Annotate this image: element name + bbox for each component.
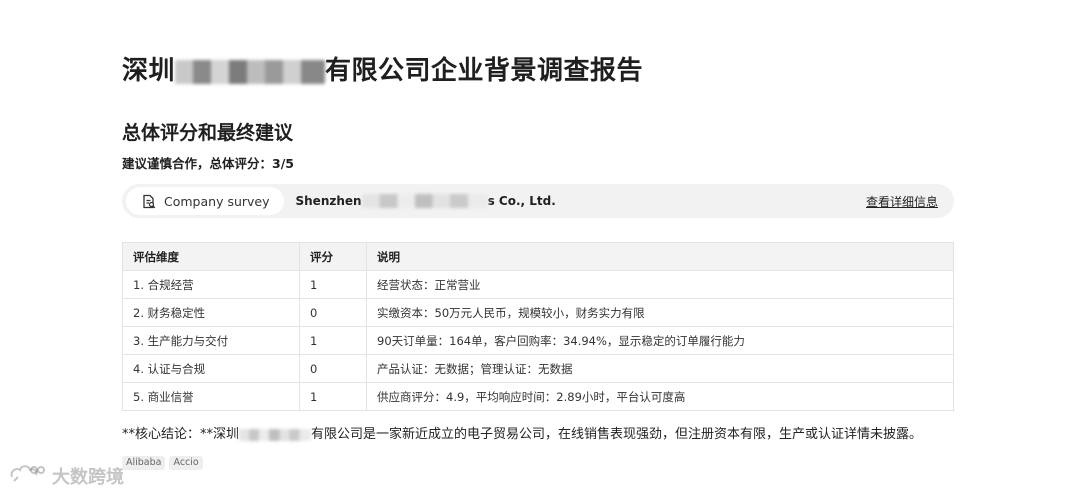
cell-score: 1 bbox=[299, 326, 367, 355]
table-row: 2. 财务稳定性 0 实缴资本：50万元人民币，规模较小，财务实力有限 bbox=[122, 298, 954, 327]
cell-dimension: 5. 商业信誉 bbox=[122, 382, 300, 411]
source-tag[interactable]: Alibaba bbox=[122, 456, 166, 470]
table-row: 3. 生产能力与交付 1 90天订单量：164单，客户回购率：34.94%，显示… bbox=[122, 326, 954, 355]
column-header-score: 评分 bbox=[299, 242, 367, 271]
redacted-company-name bbox=[175, 59, 326, 84]
cell-dimension: 2. 财务稳定性 bbox=[122, 298, 300, 327]
document-search-icon bbox=[142, 194, 156, 209]
report-page: 深圳 有限公司企业背景调查报告 总体评分和最终建议 建议谨慎合作，总体评分：3/5… bbox=[0, 0, 1080, 497]
watermark-text: 大数跨境 bbox=[52, 466, 124, 488]
cell-score: 0 bbox=[299, 298, 367, 327]
watermark: 大数跨境 bbox=[8, 461, 124, 490]
report-title: 深圳 有限公司企业背景调查报告 bbox=[122, 52, 643, 90]
core-conclusion: **核心结论：**深圳 有限公司是一家新近成立的电子贸易公司，在线销售表现强劲，… bbox=[122, 425, 922, 445]
cell-note: 产品认证：无数据；管理认证：无数据 bbox=[366, 354, 954, 383]
view-details-link[interactable]: 查看详细信息 bbox=[866, 193, 938, 210]
company-survey-chip[interactable]: Company survey bbox=[126, 187, 284, 215]
table-row: 5. 商业信誉 1 供应商评分：4.9，平均响应时间：2.89小时，平台认可度高 bbox=[122, 382, 954, 411]
source-tags: Alibaba Accio bbox=[122, 456, 203, 470]
cell-dimension: 3. 生产能力与交付 bbox=[122, 326, 300, 355]
chip-label: Company survey bbox=[164, 193, 270, 209]
cell-score: 1 bbox=[299, 270, 367, 299]
table-row: 4. 认证与合规 0 产品认证：无数据；管理认证：无数据 bbox=[122, 354, 954, 383]
cell-score: 0 bbox=[299, 354, 367, 383]
redacted-company-name-cn bbox=[239, 429, 312, 441]
report-title-prefix: 深圳 bbox=[122, 56, 176, 86]
overall-verdict: 建议谨慎合作，总体评分：3/5 bbox=[122, 156, 294, 171]
cell-score: 1 bbox=[299, 382, 367, 411]
section-heading: 总体评分和最终建议 bbox=[122, 122, 294, 144]
cloud-logo-icon bbox=[8, 461, 48, 490]
evaluation-table: 评估维度 评分 说明 1. 合规经营 1 经营状态：正常营业 2. 财务稳定性 … bbox=[122, 242, 954, 411]
report-title-suffix: 有限公司企业背景调查报告 bbox=[325, 56, 644, 86]
table-row: 1. 合规经营 1 经营状态：正常营业 bbox=[122, 270, 954, 299]
company-name-suffix: s Co., Ltd. bbox=[487, 194, 556, 208]
conclusion-suffix: 有限公司是一家新近成立的电子贸易公司，在线销售表现强劲，但注册资本有限，生产或认… bbox=[311, 427, 923, 442]
table-header-row: 评估维度 评分 说明 bbox=[122, 242, 954, 271]
column-header-dimension: 评估维度 bbox=[122, 242, 300, 271]
source-tag[interactable]: Accio bbox=[169, 456, 203, 470]
company-name-prefix: Shenzhen bbox=[295, 194, 362, 208]
company-bar: Company survey Shenzhen s Co., Ltd. 查看详细… bbox=[122, 184, 954, 218]
cell-note: 供应商评分：4.9，平均响应时间：2.89小时，平台认可度高 bbox=[366, 382, 954, 411]
company-name: Shenzhen s Co., Ltd. bbox=[296, 194, 556, 208]
cell-dimension: 4. 认证与合规 bbox=[122, 354, 300, 383]
redacted-company-name-en bbox=[361, 194, 488, 208]
column-header-note: 说明 bbox=[366, 242, 954, 271]
cell-dimension: 1. 合规经营 bbox=[122, 270, 300, 299]
cell-note: 实缴资本：50万元人民币，规模较小，财务实力有限 bbox=[366, 298, 954, 327]
conclusion-prefix: **核心结论：**深圳 bbox=[122, 427, 240, 442]
cell-note: 经营状态：正常营业 bbox=[366, 270, 954, 299]
cell-note: 90天订单量：164单，客户回购率：34.94%，显示稳定的订单履行能力 bbox=[366, 326, 954, 355]
